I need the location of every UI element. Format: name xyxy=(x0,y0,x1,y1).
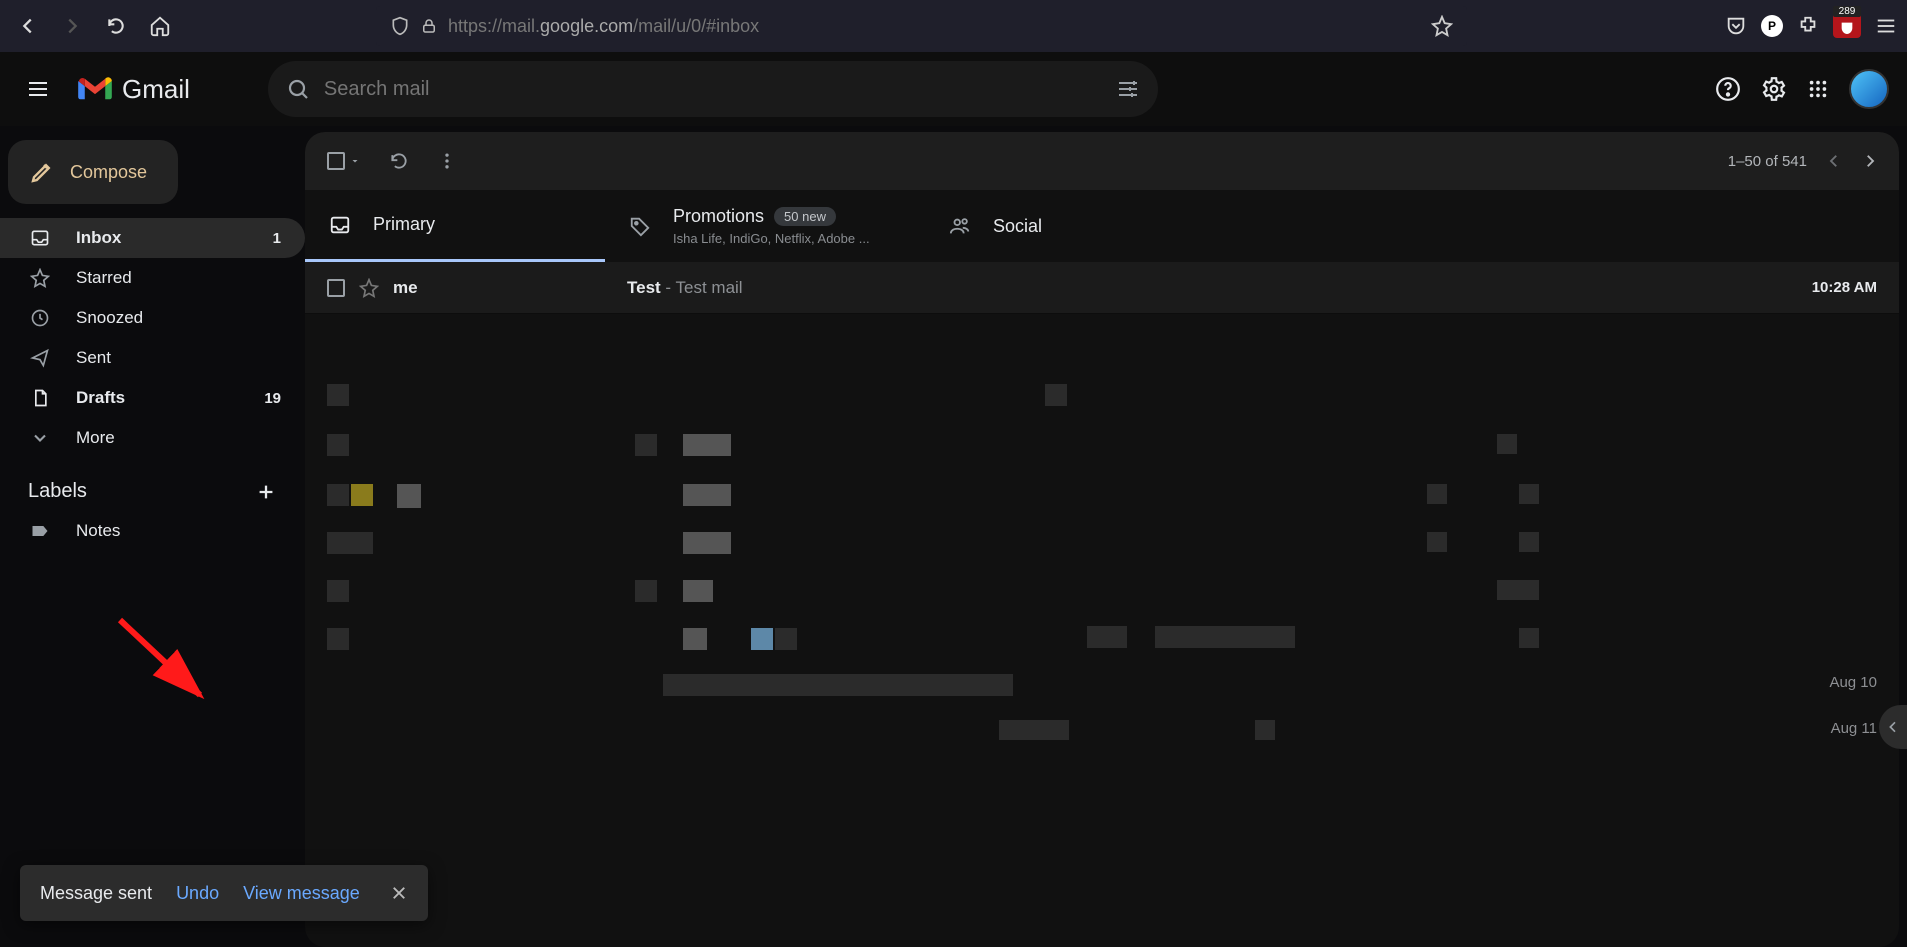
send-icon xyxy=(30,348,50,368)
sidebar-item-more[interactable]: More xyxy=(0,418,305,458)
search-options-icon[interactable] xyxy=(1116,77,1140,101)
message-sent-toast: Message sent Undo View message xyxy=(20,865,428,921)
search-input[interactable] xyxy=(324,78,1102,101)
select-all-checkbox[interactable] xyxy=(327,152,345,170)
more-actions-button[interactable] xyxy=(437,151,457,171)
labels-header: Labels xyxy=(0,458,305,511)
label-icon xyxy=(30,521,50,541)
refresh-button[interactable] xyxy=(389,151,409,171)
inbox-tab-icon xyxy=(329,214,351,236)
pocket-icon[interactable] xyxy=(1725,15,1747,37)
browser-chrome: https://mail.google.com/mail/u/0/#inbox … xyxy=(0,0,1907,52)
redacted-rows: Aug 10 Aug 11 xyxy=(305,314,1899,814)
row-subject: Test - Test mail xyxy=(627,278,743,298)
add-label-button[interactable] xyxy=(255,481,277,503)
view-message-link[interactable]: View message xyxy=(243,883,360,904)
mail-toolbar: 1–50 of 541 xyxy=(305,132,1899,190)
row-checkbox[interactable] xyxy=(327,279,345,297)
chevron-down-icon xyxy=(30,428,50,448)
star-icon xyxy=(30,268,50,288)
row-star-icon[interactable] xyxy=(359,278,379,298)
row-from: me xyxy=(393,278,613,298)
tab-promotions-label: Promotions xyxy=(673,206,764,227)
shield-icon xyxy=(390,16,410,36)
settings-icon[interactable] xyxy=(1761,76,1787,102)
label-notes-text: Notes xyxy=(76,521,120,541)
gmail-logo[interactable]: Gmail xyxy=(76,74,190,105)
tab-social-label: Social xyxy=(993,216,1042,237)
tag-icon xyxy=(629,215,651,237)
toast-text: Message sent xyxy=(40,883,152,904)
sent-label: Sent xyxy=(76,348,111,368)
mail-row[interactable]: me Test - Test mail 10:28 AM xyxy=(305,262,1899,314)
bookmark-star-icon[interactable] xyxy=(1431,15,1453,37)
inbox-label: Inbox xyxy=(76,228,121,248)
page-prev-button[interactable] xyxy=(1825,152,1843,170)
content-area: 1–50 of 541 Primary Promotions 50 new xyxy=(305,126,1907,947)
starred-label: Starred xyxy=(76,268,132,288)
gmail-m-icon xyxy=(76,74,114,104)
drafts-label: Drafts xyxy=(76,388,125,408)
extensions-icon[interactable] xyxy=(1797,15,1819,37)
help-icon[interactable] xyxy=(1715,76,1741,102)
tab-primary[interactable]: Primary xyxy=(305,190,605,262)
main-menu-button[interactable] xyxy=(18,69,58,109)
browser-forward-button[interactable] xyxy=(54,8,90,44)
compose-button[interactable]: Compose xyxy=(8,140,178,204)
search-bar[interactable] xyxy=(268,61,1158,117)
clock-icon xyxy=(30,308,50,328)
sidebar-item-starred[interactable]: Starred xyxy=(0,258,305,298)
browser-reload-button[interactable] xyxy=(98,8,134,44)
lock-icon xyxy=(420,17,438,35)
account-avatar[interactable] xyxy=(1849,69,1889,109)
file-icon xyxy=(30,388,50,408)
search-icon[interactable] xyxy=(286,77,310,101)
ublock-badge[interactable]: 289 xyxy=(1833,14,1861,38)
toast-close-button[interactable] xyxy=(390,884,408,902)
compose-label: Compose xyxy=(70,162,147,183)
snoozed-label: Snoozed xyxy=(76,308,143,328)
url-bar[interactable]: https://mail.google.com/mail/u/0/#inbox xyxy=(376,6,1467,46)
redacted-date-1: Aug 10 xyxy=(1829,674,1877,691)
select-dropdown-icon[interactable] xyxy=(349,155,361,167)
profile-p-icon[interactable]: P xyxy=(1761,15,1783,37)
tab-promotions-sub: Isha Life, IndiGo, Netflix, Adobe ... xyxy=(673,231,870,246)
url-text: https://mail.google.com/mail/u/0/#inbox xyxy=(448,16,759,37)
sidebar: Compose Inbox 1 Starred Snoozed Sent xyxy=(0,126,305,947)
page-next-button[interactable] xyxy=(1861,152,1879,170)
sidebar-item-drafts[interactable]: Drafts 19 xyxy=(0,378,305,418)
header-right xyxy=(1715,69,1889,109)
people-icon xyxy=(949,215,971,237)
category-tabs: Primary Promotions 50 new Isha Life, Ind… xyxy=(305,190,1899,262)
redacted-date-2: Aug 11 xyxy=(1831,720,1877,737)
row-time: 10:28 AM xyxy=(1812,279,1877,296)
tab-promotions[interactable]: Promotions 50 new Isha Life, IndiGo, Net… xyxy=(605,190,925,262)
more-label: More xyxy=(76,428,115,448)
apps-grid-icon[interactable] xyxy=(1807,78,1829,100)
gmail-wordmark: Gmail xyxy=(122,74,190,105)
undo-link[interactable]: Undo xyxy=(176,883,219,904)
labels-title: Labels xyxy=(28,480,87,503)
inbox-icon xyxy=(30,228,50,248)
inbox-count: 1 xyxy=(273,230,281,247)
tab-promotions-badge: 50 new xyxy=(774,207,836,226)
drafts-count: 19 xyxy=(264,390,281,407)
ext-count: 289 xyxy=(1833,6,1861,17)
tab-social[interactable]: Social xyxy=(925,190,1225,262)
browser-home-button[interactable] xyxy=(142,8,178,44)
sidebar-item-snoozed[interactable]: Snoozed xyxy=(0,298,305,338)
browser-menu-icon[interactable] xyxy=(1875,15,1897,37)
sidebar-item-inbox[interactable]: Inbox 1 xyxy=(0,218,305,258)
paging-text: 1–50 of 541 xyxy=(1728,153,1807,170)
label-notes[interactable]: Notes xyxy=(0,511,305,551)
browser-back-button[interactable] xyxy=(10,8,46,44)
sidebar-item-sent[interactable]: Sent xyxy=(0,338,305,378)
browser-right-controls: P 289 xyxy=(1725,14,1897,38)
app-header: Gmail xyxy=(0,52,1907,126)
tab-primary-label: Primary xyxy=(373,214,435,235)
